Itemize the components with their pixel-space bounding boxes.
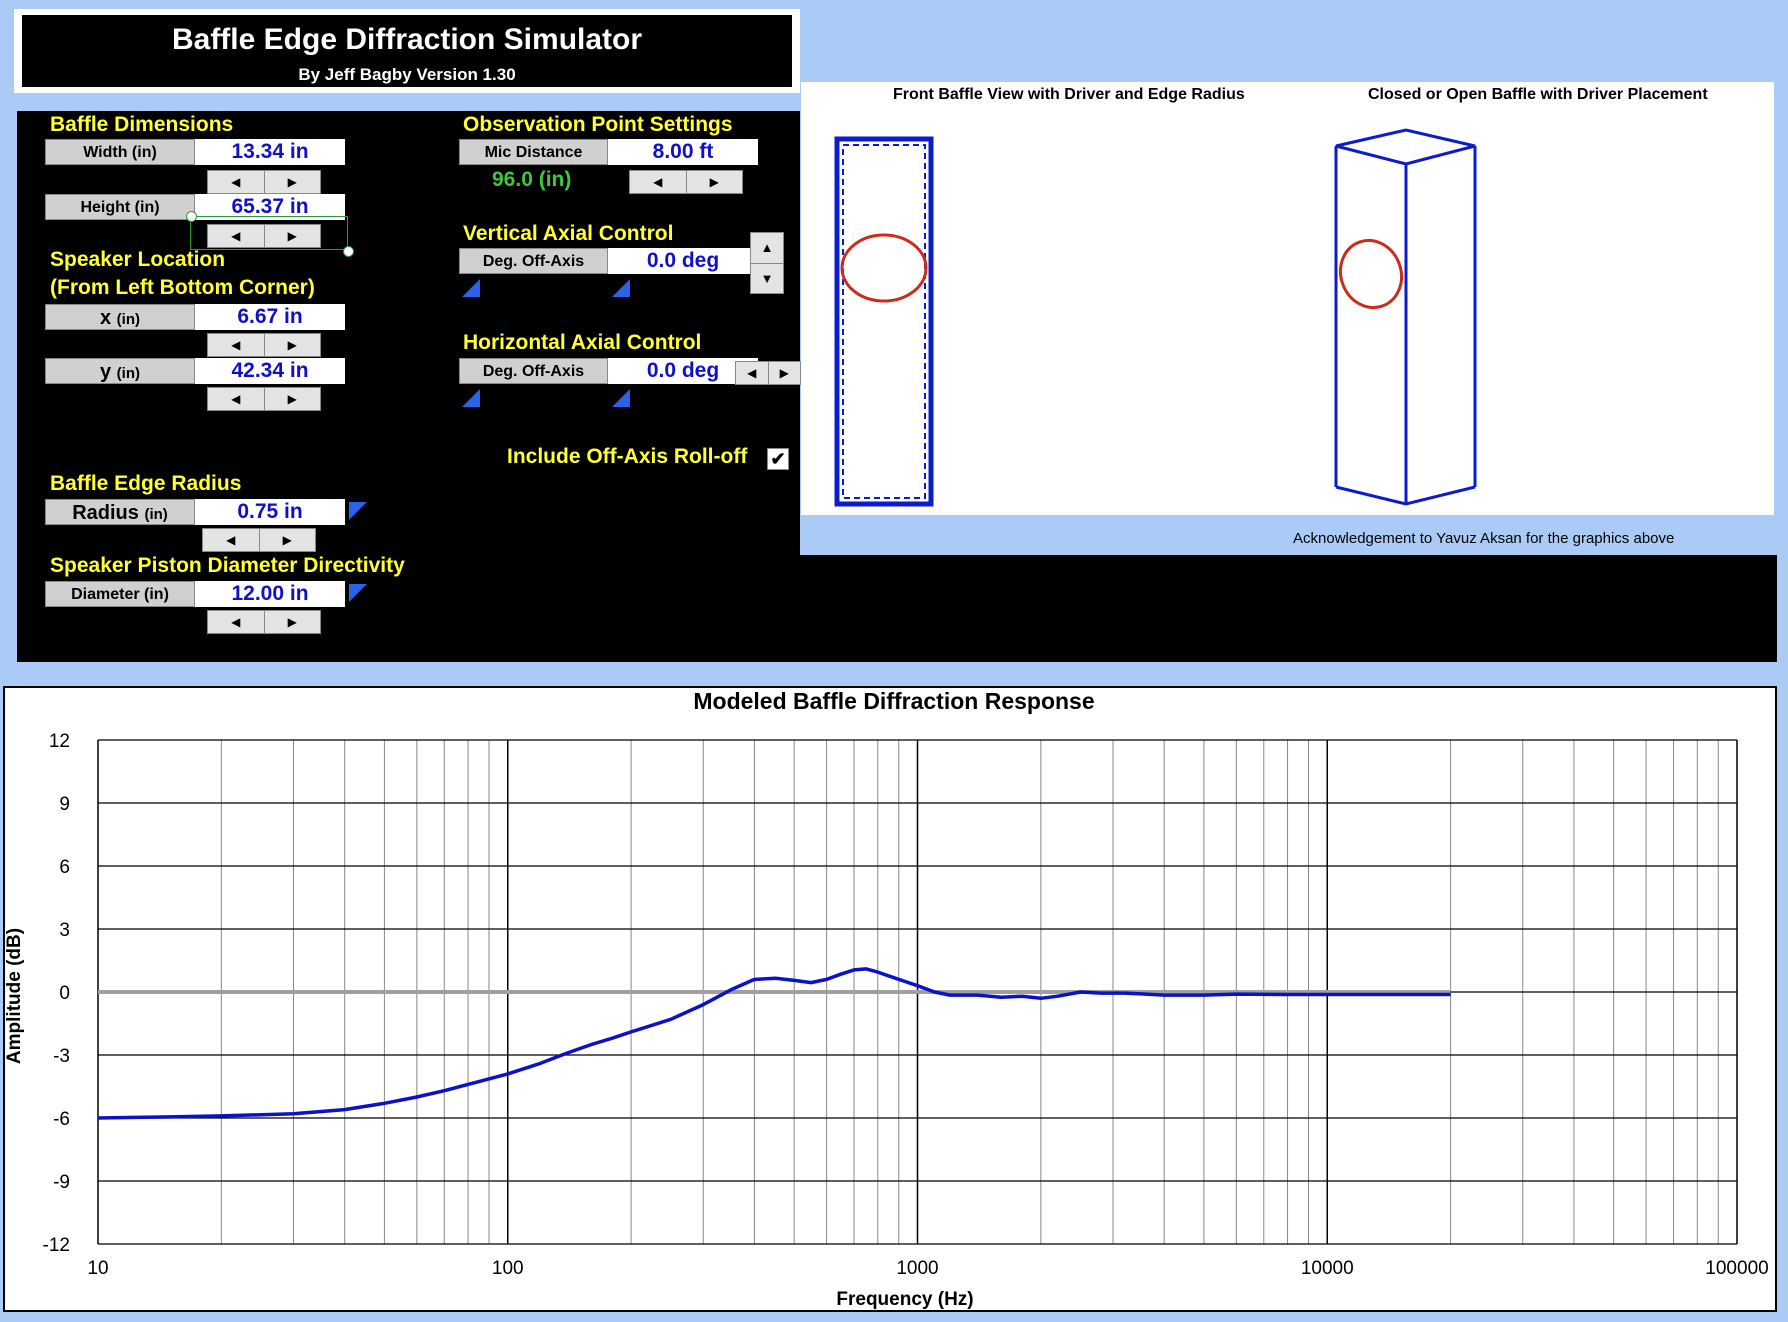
y-decrement-button[interactable]: ◀ <box>208 388 265 410</box>
horizontal-increment-button[interactable]: ▶ <box>768 362 800 384</box>
comment-marker-icon[interactable] <box>612 279 630 297</box>
selection-frame <box>190 216 348 250</box>
mic-increment-button[interactable]: ▶ <box>686 171 742 193</box>
speaker-location-subheading: (From Left Bottom Corner) <box>50 276 315 299</box>
radius-spinner: ◀ ▶ <box>202 528 316 552</box>
radius-label-main: Radius <box>72 502 139 524</box>
radius-field[interactable]: 0.75 in <box>195 499 345 525</box>
edge-radius-heading: Baffle Edge Radius <box>50 472 242 495</box>
front-driver <box>840 233 928 303</box>
width-label: Width (in) <box>45 139 195 165</box>
radius-decrement-button[interactable]: ◀ <box>203 529 260 551</box>
diameter-decrement-button[interactable]: ◀ <box>208 611 265 633</box>
x-spinner: ◀ ▶ <box>207 333 321 357</box>
y-tick-label: -12 <box>43 1235 70 1256</box>
comment-marker-icon[interactable] <box>462 279 480 297</box>
y-tick-label: 12 <box>49 731 70 752</box>
diameter-label: Diameter (in) <box>45 581 195 607</box>
width-spinner: ◀ ▶ <box>207 170 321 194</box>
x-label-unit: (in) <box>116 311 140 328</box>
horizontal-axial-heading: Horizontal Axial Control <box>463 331 702 354</box>
selection-handle[interactable] <box>186 211 197 222</box>
comment-marker-icon[interactable] <box>349 502 367 520</box>
y-label: y (in) <box>45 358 195 384</box>
x-label: x (in) <box>45 304 195 330</box>
radius-label-unit: (in) <box>144 506 168 523</box>
x-axis-label: Frequency (Hz) <box>836 1289 973 1310</box>
y-label-unit: (in) <box>116 365 140 382</box>
title-inner: Baffle Edge Diffraction Simulator By Jef… <box>22 15 792 87</box>
piston-heading: Speaker Piston Diameter Directivity <box>50 554 405 577</box>
vertical-off-axis-label: Deg. Off-Axis <box>459 248 608 274</box>
app-subtitle: By Jeff Bagby Version 1.30 <box>298 65 516 84</box>
y-spinner: ◀ ▶ <box>207 387 321 411</box>
box-driver <box>1339 238 1403 310</box>
y-label-main: y <box>99 361 112 383</box>
comment-marker-icon[interactable] <box>462 389 480 407</box>
acknowledgement-text: Acknowledgement to Yavuz Aksan for the g… <box>1293 530 1675 547</box>
vertical-down-button[interactable]: ▼ <box>751 264 783 294</box>
mic-distance-spinner: ◀ ▶ <box>629 170 743 194</box>
chart-series <box>97 967 1451 1120</box>
x-tick-label: 100 <box>492 1258 524 1279</box>
box-top <box>1335 128 1476 166</box>
rolloff-label: Include Off-Axis Roll-off <box>507 445 748 468</box>
vertical-up-button[interactable]: ▲ <box>751 233 783 264</box>
y-tick-label: -6 <box>53 1109 70 1130</box>
front-baffle-edge-radius <box>842 144 926 499</box>
speaker-location-heading: Speaker Location <box>50 248 226 271</box>
comment-marker-icon[interactable] <box>612 389 630 407</box>
y-increment-button[interactable]: ▶ <box>264 388 320 410</box>
app-title: Baffle Edge Diffraction Simulator <box>171 23 643 56</box>
x-decrement-button[interactable]: ◀ <box>208 334 265 356</box>
observation-heading: Observation Point Settings <box>463 113 733 136</box>
width-increment-button[interactable]: ▶ <box>264 171 320 193</box>
title-banner: Baffle Edge Diffraction Simulator By Jef… <box>14 9 800 93</box>
y-tick-label: -3 <box>53 1046 70 1067</box>
chart-ticks: 12 9 6 3 0 -3 -6 -9 -12 10 100 1000 10000 100000 <box>43 731 1769 1279</box>
y-axis-label: Amplitude (dB) <box>4 928 25 1064</box>
x-tick-label: 100000 <box>1705 1258 1768 1279</box>
vertical-axial-heading: Vertical Axial Control <box>463 222 674 245</box>
selection-handle[interactable] <box>343 246 354 257</box>
comment-marker-icon[interactable] <box>349 584 367 602</box>
y-tick-label: -9 <box>53 1172 70 1193</box>
y-tick-label: 3 <box>59 920 70 941</box>
front-baffle-outline <box>834 136 934 507</box>
height-label: Height (in) <box>45 194 195 220</box>
width-field[interactable]: 13.34 in <box>195 139 345 165</box>
y-tick-label: 6 <box>59 857 70 878</box>
horizontal-spinner: ◀ ▶ <box>735 361 801 385</box>
radius-increment-button[interactable]: ▶ <box>259 529 315 551</box>
x-label-main: x <box>99 307 112 329</box>
vertical-spinner: ▲ ▼ <box>750 232 784 294</box>
rolloff-checkbox[interactable]: ✔ <box>767 448 789 470</box>
y-field[interactable]: 42.34 in <box>195 358 345 384</box>
baffle-dimensions-heading: Baffle Dimensions <box>50 113 234 136</box>
mic-distance-field[interactable]: 8.00 ft <box>608 139 758 165</box>
y-tick-label: 0 <box>59 983 70 1004</box>
mic-distance-inches: 96.0 (in) <box>492 168 572 191</box>
baffle-graphics <box>834 128 1477 507</box>
mic-decrement-button[interactable]: ◀ <box>630 171 687 193</box>
diameter-field[interactable]: 12.00 in <box>195 581 345 607</box>
horizontal-off-axis-label: Deg. Off-Axis <box>459 358 608 384</box>
width-decrement-button[interactable]: ◀ <box>208 171 265 193</box>
vertical-off-axis-field[interactable]: 0.0 deg <box>608 248 758 274</box>
horizontal-decrement-button[interactable]: ◀ <box>736 362 769 384</box>
graphics-panel: Front Baffle View with Driver and Edge R… <box>801 82 1774 515</box>
response-chart: 12 9 6 3 0 -3 -6 -9 -12 10 100 1000 10000 100000 Freq… <box>4 731 1769 1310</box>
mic-distance-label: Mic Distance <box>459 139 608 165</box>
x-tick-label: 10000 <box>1301 1258 1354 1279</box>
diameter-spinner: ◀ ▶ <box>207 610 321 634</box>
diameter-increment-button[interactable]: ▶ <box>264 611 320 633</box>
x-increment-button[interactable]: ▶ <box>264 334 320 356</box>
y-tick-label: 9 <box>59 794 70 815</box>
radius-label: Radius (in) <box>45 499 195 525</box>
x-field[interactable]: 6.67 in <box>195 304 345 330</box>
x-tick-label: 10 <box>87 1258 108 1279</box>
x-tick-label: 1000 <box>896 1258 938 1279</box>
